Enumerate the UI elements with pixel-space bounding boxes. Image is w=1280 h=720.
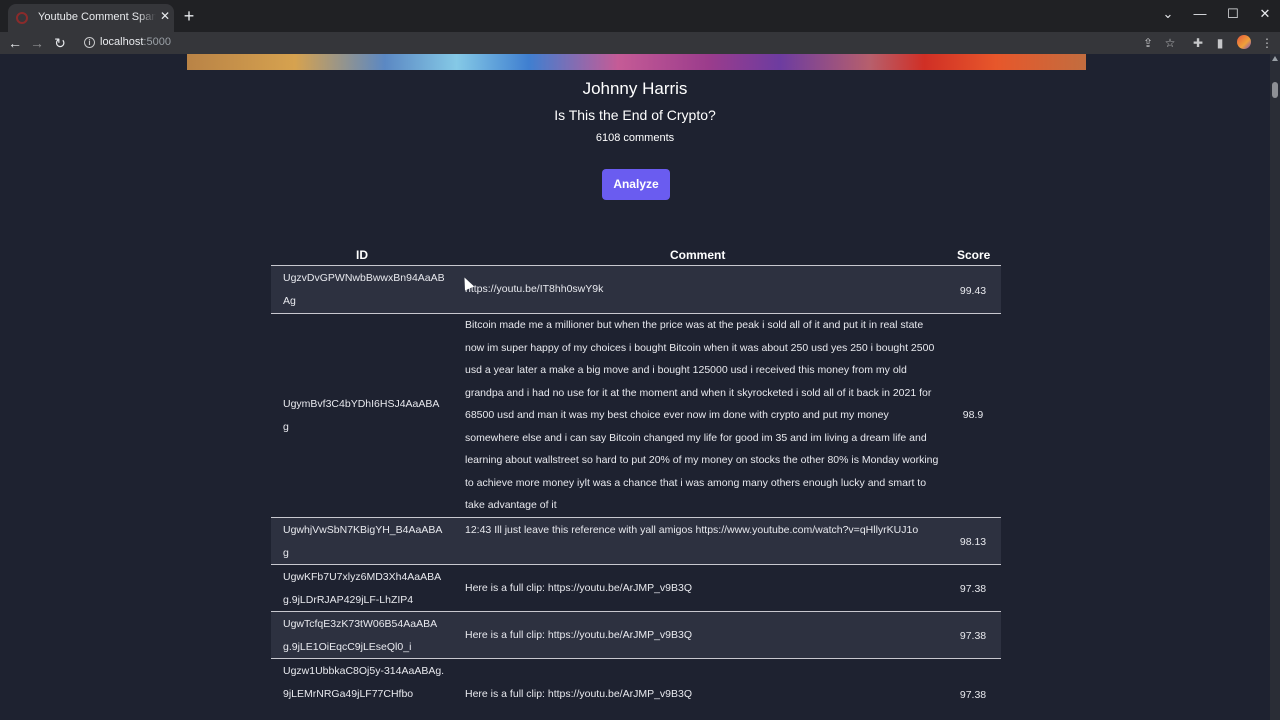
comment-text: https://youtu.be/IT8hh0swY9k — [465, 283, 604, 295]
spam-score: 97.38 — [959, 583, 987, 595]
back-arrow-icon[interactable]: ← — [6, 34, 24, 52]
comment-text: Here is a full clip: https://youtu.be/Ar… — [465, 629, 693, 641]
comment-text: 12:43 Ill just leave this reference with… — [465, 524, 919, 536]
table-row: UgymBvf3C4bYDhI6HSJ4AaABAg Bitcoin made … — [271, 314, 1001, 518]
table-row: Ugzw1UbbkaC8Oj5y-314AaABAg.9jLEMrNRGa49j… — [271, 659, 1001, 720]
share-icon[interactable]: ⇪ — [1139, 34, 1157, 52]
page-content: Johnny Harris Is This the End of Crypto?… — [0, 54, 1270, 720]
channel-name: Johnny Harris — [582, 79, 688, 98]
side-panel-icon[interactable]: ▮ — [1211, 34, 1229, 52]
tab-title: Youtube Comment Spam Report — [38, 11, 156, 23]
forward-arrow-icon[interactable]: → — [28, 34, 46, 52]
address-bar[interactable]: localhost:5000 — [100, 36, 171, 48]
tab-search-icon[interactable]: ⌄ — [1158, 4, 1178, 24]
site-info-icon[interactable]: i — [84, 37, 95, 48]
comment-text: Bitcoin made me a millioner but when the… — [465, 319, 939, 511]
reload-icon[interactable]: ↻ — [51, 34, 69, 52]
comment-id: UgwKFb7U7xlyz6MD3Xh4AaABAg.9jLDrRJAP429j… — [283, 571, 442, 606]
browser-menu-icon[interactable]: ⋮ — [1258, 34, 1276, 52]
comment-id: UgwhjVwSbN7KBigYH_B4AaABAg — [283, 524, 443, 559]
site-favicon-icon — [16, 12, 28, 24]
table-row: UgzvDvGPWNwbBwwxBn94AaABAg https://youtu… — [271, 266, 1001, 314]
table-row: UgwhjVwSbN7KBigYH_B4AaABAg 12:43 Ill jus… — [271, 518, 1001, 565]
page-scrollbar[interactable] — [1270, 54, 1280, 720]
comment-count: 6108 comments — [595, 132, 675, 144]
table-row: UgwKFb7U7xlyz6MD3Xh4AaABAg.9jLDrRJAP429j… — [271, 565, 1001, 612]
scroll-up-arrow-icon[interactable] — [1272, 56, 1278, 61]
comment-id: Ugzw1UbbkaC8Oj5y-314AaABAg.9jLEMrNRGa49j… — [283, 665, 445, 700]
window-close-icon[interactable]: ✕ — [1255, 4, 1275, 24]
new-tab-icon[interactable]: + — [181, 7, 197, 25]
spam-score: 99.43 — [959, 285, 987, 297]
spam-score: 97.38 — [959, 689, 987, 701]
column-header-score: Score — [957, 248, 991, 262]
scrollbar-thumb[interactable] — [1272, 82, 1278, 98]
column-header-id: ID — [356, 248, 368, 262]
url-port: :5000 — [143, 36, 171, 48]
comment-id: UgymBvf3C4bYDhI6HSJ4AaABAg — [283, 398, 440, 433]
spam-score: 98.9 — [962, 409, 984, 421]
tab-close-icon[interactable]: ✕ — [158, 9, 172, 23]
channel-banner — [187, 54, 1086, 70]
extensions-puzzle-icon[interactable]: ✚ — [1189, 34, 1207, 52]
browser-tab-strip: Youtube Comment Spam Report ✕ + ⌄ — ☐ ✕ — [0, 0, 1280, 32]
comment-text: Here is a full clip: https://youtu.be/Ar… — [465, 582, 693, 594]
table-row: UgwTcfqE3zK73tW06B54AaABAg.9jLE1OiEqcC9j… — [271, 612, 1001, 659]
spam-score: 97.38 — [959, 630, 987, 642]
maximize-icon[interactable]: ☐ — [1223, 4, 1243, 24]
comment-text: Here is a full clip: https://youtu.be/Ar… — [465, 688, 693, 700]
bookmark-star-icon[interactable]: ☆ — [1161, 34, 1179, 52]
browser-tab[interactable]: Youtube Comment Spam Report ✕ — [8, 4, 174, 32]
url-host: localhost — [100, 36, 144, 48]
comment-id: UgwTcfqE3zK73tW06B54AaABAg.9jLE1OiEqcC9j… — [283, 618, 438, 653]
spam-score: 98.13 — [959, 536, 987, 548]
column-header-comment: Comment — [670, 248, 726, 262]
profile-avatar[interactable] — [1237, 35, 1251, 49]
video-title: Is This the End of Crypto? — [554, 107, 716, 123]
analyze-button[interactable]: Analyze — [602, 169, 670, 200]
comment-id: UgzvDvGPWNwbBwwxBn94AaABAg — [283, 272, 445, 307]
minimize-icon[interactable]: — — [1190, 4, 1210, 24]
browser-toolbar: ← → ↻ i localhost:5000 ⇪ ☆ ✚ ▮ ⋮ — [0, 32, 1280, 54]
